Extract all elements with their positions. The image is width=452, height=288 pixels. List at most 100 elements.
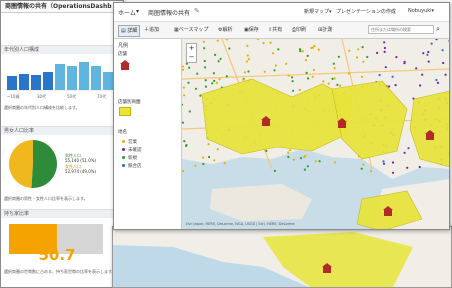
zoom-in-button[interactable]: + [187, 44, 196, 53]
place-dot [218, 78, 221, 81]
place-dot [291, 89, 295, 92]
place-dot [376, 51, 379, 54]
place-dot [247, 58, 250, 61]
age-tick-4: 70代 [97, 93, 106, 99]
place-dot [314, 160, 317, 163]
map-viewer-window: ホーム ▾ 商圏情報の共有 ✎ 新規マップ▾ プレゼンテーションの作成 Nobu… [113, 2, 450, 230]
age-bar-9 [103, 72, 113, 90]
create-presentation-link[interactable]: プレゼンテーションの作成 [336, 8, 396, 15]
place-dot [215, 81, 218, 84]
place-dot [203, 47, 206, 50]
place-dot [388, 85, 391, 88]
edit-icon[interactable]: ✎ [194, 7, 200, 15]
place-dot [285, 62, 288, 65]
place-dot [246, 54, 249, 57]
place-dot [216, 148, 219, 151]
place-dot [426, 53, 429, 56]
place-dot [211, 82, 214, 85]
search-icon[interactable]: ⌕ [436, 25, 440, 34]
measure-button[interactable]: ⊞計測 [318, 25, 332, 35]
place-dot [265, 149, 268, 152]
female-value: 52,974 (49.0%) [65, 169, 97, 174]
search-input[interactable] [368, 25, 434, 34]
place-dot [287, 155, 290, 159]
map-toolbar: ▤ 詳細 ＋追加 ▦ベースマップ ⚙解析 ▣保存 ⇪共有 ⎙印刷 ⊞計測 ⌕ [114, 22, 449, 39]
place-dot [287, 151, 290, 154]
map-title: 商圏情報の共有 [148, 10, 191, 17]
place-dot [274, 64, 277, 67]
place-dot [223, 162, 226, 165]
user-menu[interactable]: Nobuyuki▾ [408, 8, 434, 14]
map-view[interactable]: Esri Japan, HERE, DeLorme, NGA, USGS | E… [182, 39, 450, 230]
legend-dot-1 [122, 140, 125, 143]
legend-layer-places: 地名 [118, 130, 127, 135]
place-dot [183, 94, 186, 97]
place-dot [327, 82, 330, 85]
place-dot [310, 46, 313, 50]
place-dot [441, 49, 444, 52]
place-dot [347, 72, 350, 75]
zoom-control: + − [186, 43, 197, 63]
place-dot [269, 41, 272, 44]
place-dot [383, 41, 386, 44]
place-dot [333, 77, 336, 80]
age-bar-4 [43, 72, 53, 90]
place-dot [213, 79, 216, 82]
add-button[interactable]: ＋追加 [144, 25, 159, 35]
analysis-label: 解析 [222, 27, 233, 33]
place-dot [395, 56, 398, 59]
place-dot [298, 48, 302, 51]
age-bar-chart: ~10歳 30代 50代 70代 [5, 62, 117, 99]
place-dot [194, 87, 197, 90]
legend-item-4: 競合店 [122, 163, 142, 169]
place-dot [355, 56, 359, 59]
place-dot [419, 84, 422, 87]
analysis-button[interactable]: ⚙解析 [218, 25, 233, 35]
place-dot [216, 39, 219, 42]
place-dot [357, 48, 360, 51]
basemap-button[interactable]: ▦ベースマップ [174, 25, 208, 35]
place-dot [228, 47, 231, 50]
place-dot [333, 161, 336, 164]
place-dot [362, 60, 365, 63]
legend-panel: 凡例 店舗 店舗別商圏 地名 営業 未確認 新規 競合店 [114, 39, 182, 229]
details-button[interactable]: ▤ 詳細 [118, 25, 141, 37]
place-dot [430, 42, 433, 45]
share-panel-desc: 選択商圏の世帯数に占める、持ち家世帯の比率を表示します。 [4, 269, 116, 274]
basemap-label: ベースマップ [178, 27, 209, 33]
place-dot [427, 60, 430, 63]
place-dot [312, 68, 315, 72]
male-value: 55,140 (51.0%) [65, 158, 97, 163]
dashboard-window: 商圏情報の共有（OperationsDashb 年代別人口構成 ~10歳 30代… [0, 0, 124, 288]
place-dot [361, 46, 364, 49]
pie-slice-1[interactable] [31, 140, 58, 188]
place-dot [317, 48, 320, 51]
share-button[interactable]: ⇪共有 [268, 25, 282, 35]
legend-layer-stores: 店舗 [118, 52, 127, 57]
place-dot [182, 170, 185, 173]
place-dot [291, 80, 294, 83]
zoom-out-button[interactable]: − [187, 53, 196, 62]
new-map-menu[interactable]: 新規マップ▾ [304, 8, 332, 15]
legend-item-1: 営業 [122, 139, 137, 145]
print-button[interactable]: ⎙印刷 [292, 25, 306, 35]
place-dot [318, 160, 321, 163]
place-dot [407, 147, 410, 150]
print-label: 印刷 [296, 27, 307, 33]
map-canvas[interactable]: Esri Japan, HERE, DeLorme, NGA, USGS | E… [182, 39, 450, 230]
breadcrumb-home[interactable]: ホーム [118, 8, 136, 17]
place-dot [403, 151, 406, 154]
save-button[interactable]: ▣保存 [244, 25, 259, 35]
save-label: 保存 [248, 27, 259, 33]
gender-panel: 男女人口比率 男性人口 55,140 (51.0%) 女性人口 52,974 (… [1, 126, 121, 208]
age-bar-2 [19, 74, 29, 90]
place-dot [322, 80, 325, 83]
pie-slice-2[interactable] [9, 140, 33, 188]
place-dot [336, 83, 339, 86]
place-dot [225, 75, 228, 78]
place-dot [208, 155, 211, 159]
age-bar-1 [7, 76, 17, 90]
age-bar-8 [91, 66, 101, 90]
place-dot [382, 160, 385, 163]
place-dot [333, 67, 336, 70]
